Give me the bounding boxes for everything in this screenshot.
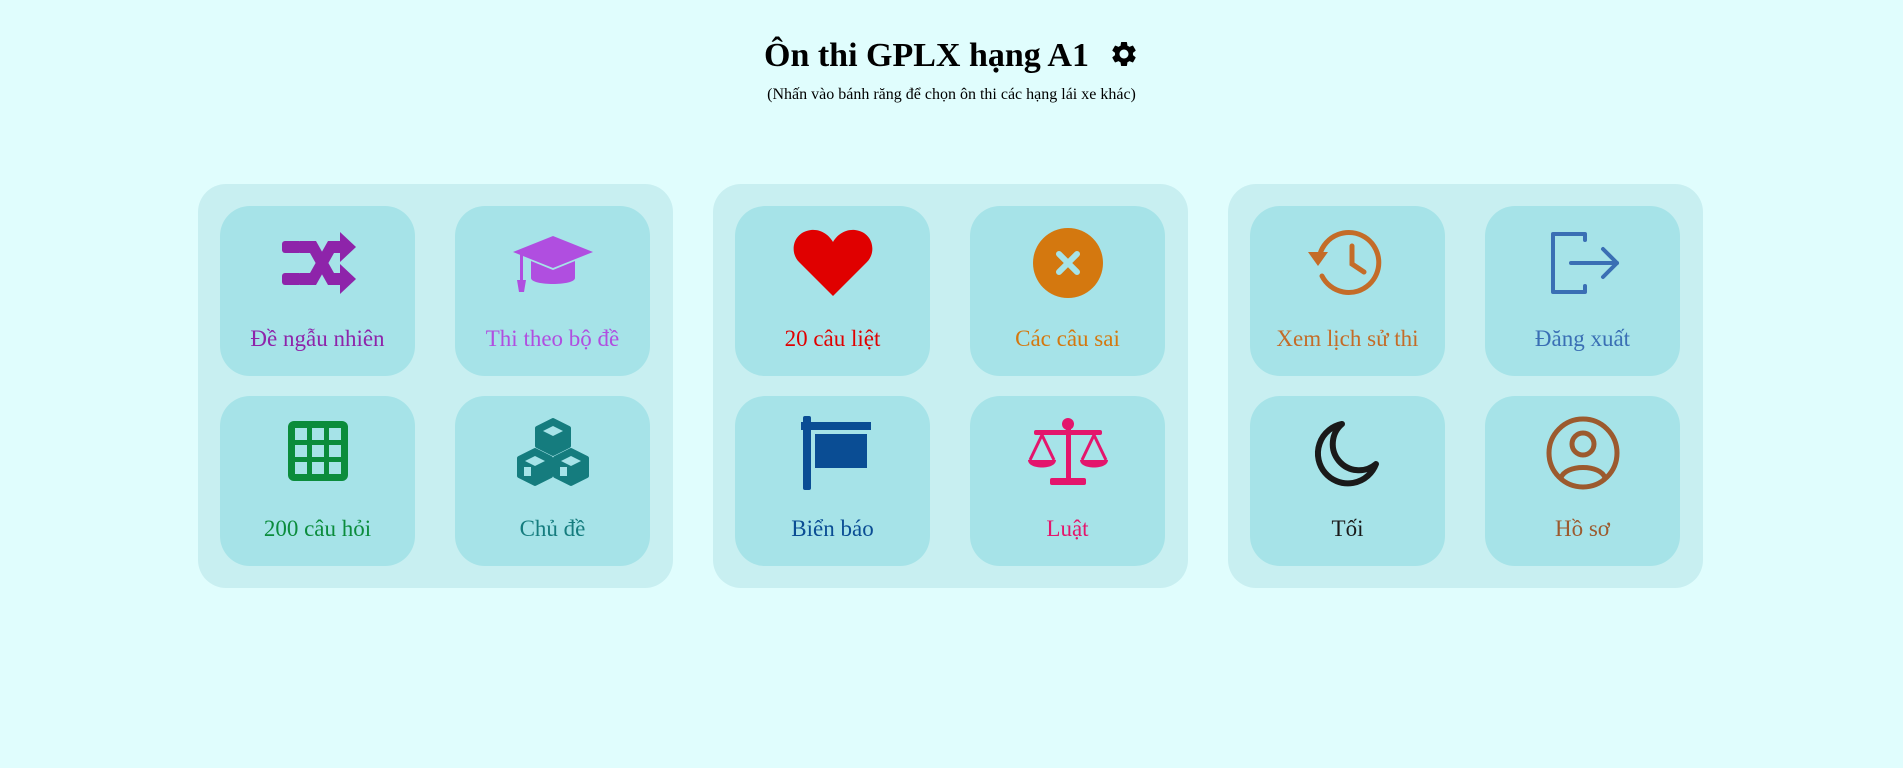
tile-label: Chủ đề [519, 516, 586, 541]
exam-by-set-button[interactable]: Thi theo bộ đề [455, 206, 650, 376]
menu-group-account: Xem lịch sử thi Đăng xuất Tối Hồ sơ [1228, 184, 1703, 588]
wrong-answers-button[interactable]: Các câu sai [970, 206, 1165, 376]
tile-label: Đề ngẫu nhiên [250, 326, 385, 351]
gear-icon[interactable] [1109, 39, 1139, 69]
menu-group-exam: Đề ngẫu nhiên Thi theo bộ đề 200 câu hỏi… [198, 184, 673, 588]
tile-label: Đăng xuất [1534, 326, 1631, 351]
profile-button[interactable]: Hồ sơ [1485, 396, 1680, 566]
menu-groups: Đề ngẫu nhiên Thi theo bộ đề 200 câu hỏi… [198, 184, 1703, 588]
tile-label: Xem lịch sử thi [1276, 326, 1419, 351]
page-title: Ôn thi GPLX hạng A1 [764, 37, 1089, 74]
critical-questions-button[interactable]: 20 câu liệt [735, 206, 930, 376]
exam-history-button[interactable]: Xem lịch sử thi [1250, 206, 1445, 376]
topics-button[interactable]: Chủ đề [455, 396, 650, 566]
grid-icon [276, 416, 360, 490]
title-row: Ôn thi GPLX hạng A1 [0, 34, 1903, 78]
law-button[interactable]: Luật [970, 396, 1165, 566]
tile-label: 200 câu hỏi [263, 516, 372, 541]
profile-icon [1541, 416, 1625, 490]
page-subtitle: (Nhấn vào bánh răng để chọn ôn thi các h… [767, 86, 1136, 103]
random-exam-button[interactable]: Đề ngẫu nhiên [220, 206, 415, 376]
sign-icon [791, 416, 875, 490]
tile-label: Biển báo [791, 516, 874, 541]
road-signs-button[interactable]: Biển báo [735, 396, 930, 566]
heart-icon [791, 226, 875, 300]
history-icon [1306, 226, 1390, 300]
x-circle-icon [1026, 226, 1110, 300]
header: Ôn thi GPLX hạng A1 (Nhấn vào bánh răng … [0, 34, 1903, 105]
shuffle-icon [276, 226, 360, 300]
tile-label: Luật [1046, 516, 1089, 541]
tile-label: Hồ sơ [1555, 516, 1610, 541]
scale-icon [1026, 416, 1110, 490]
logout-button[interactable]: Đăng xuất [1485, 206, 1680, 376]
tile-label: 20 câu liệt [784, 326, 881, 351]
moon-icon [1306, 416, 1390, 490]
logout-icon [1541, 226, 1625, 300]
tile-label: Tối [1331, 516, 1364, 541]
menu-group-review: 20 câu liệt Các câu sai Biển báo Luật [713, 184, 1188, 588]
graduation-cap-icon [511, 226, 595, 300]
cubes-icon [511, 416, 595, 490]
tile-label: Các câu sai [1015, 326, 1120, 351]
dark-mode-button[interactable]: Tối [1250, 396, 1445, 566]
tile-label: Thi theo bộ đề [485, 326, 620, 351]
200-questions-button[interactable]: 200 câu hỏi [220, 396, 415, 566]
